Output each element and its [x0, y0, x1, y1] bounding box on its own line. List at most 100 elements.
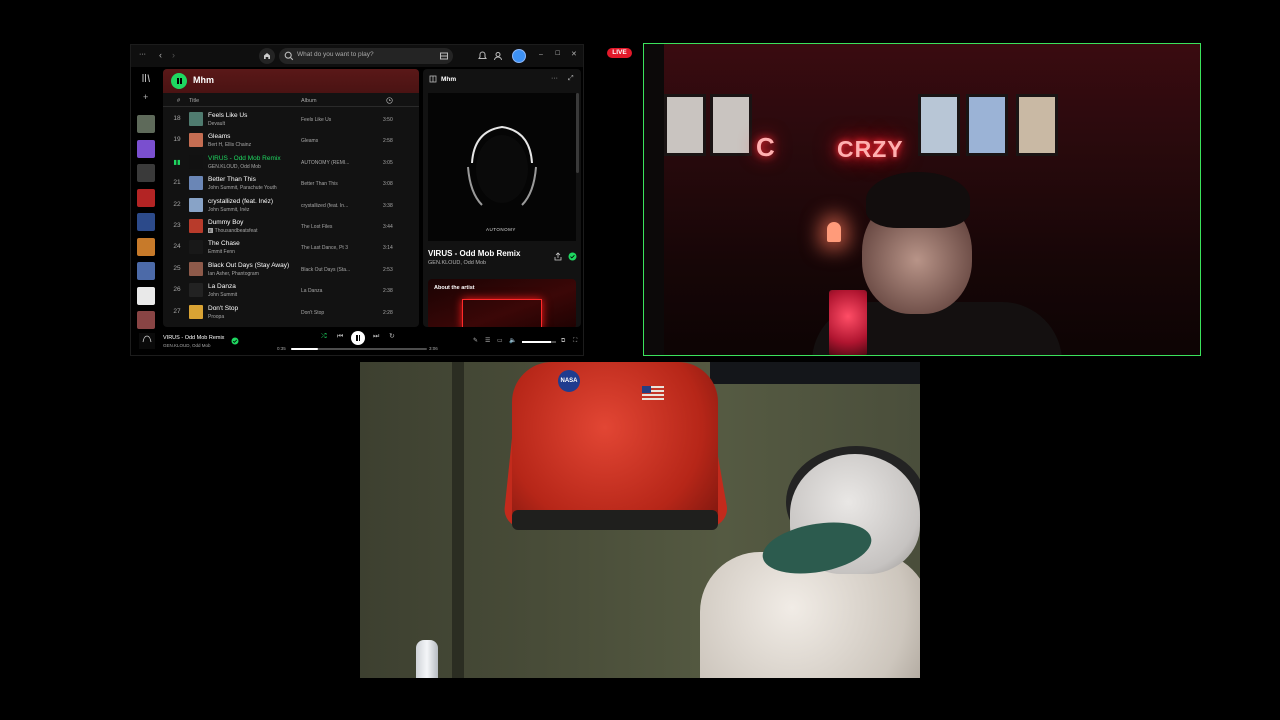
menu-dots-icon[interactable]: ···	[139, 51, 146, 58]
track-title[interactable]: The Chase	[208, 240, 240, 247]
track-title[interactable]: Gleams	[208, 133, 230, 140]
library-item[interactable]	[137, 115, 155, 133]
minimize-icon[interactable]: –	[539, 51, 543, 58]
player-track-title[interactable]: VIRUS - Odd Mob Remix	[163, 335, 224, 341]
track-artist[interactable]: GEN.KLOUD, Odd Mob	[208, 164, 261, 170]
track-row[interactable]: 23 Dummy Boy E Thousandbeatsfeat The Lost Fi…	[163, 216, 419, 237]
track-artist[interactable]: John Summit, Parachute Youth	[208, 185, 277, 191]
track-artist[interactable]: John Summit	[208, 292, 237, 298]
track-artist[interactable]: John Summit, Inéz	[208, 207, 249, 213]
next-icon[interactable]: ⏭	[373, 333, 379, 340]
track-artist-name[interactable]: John Summit, Parachute Youth	[208, 185, 277, 191]
track-artist-name[interactable]: Emmit Fenn	[208, 249, 235, 255]
device-icon[interactable]: ▭	[497, 338, 503, 344]
track-artist[interactable]: E Thousandbeatsfeat	[208, 228, 257, 234]
track-title[interactable]: Black Out Days (Stay Away)	[208, 262, 289, 269]
library-item[interactable]	[137, 286, 155, 305]
track-artist[interactable]: Emmit Fenn	[208, 249, 235, 255]
saved-check-icon[interactable]	[568, 252, 577, 261]
track-title[interactable]: VIRUS - Odd Mob Remix	[208, 155, 281, 162]
about-artist-card[interactable]: About the artist	[428, 279, 576, 327]
friends-icon[interactable]	[493, 51, 503, 61]
track-album[interactable]: AUTONOMY (REMI...	[301, 160, 349, 166]
track-title[interactable]: La Danza	[208, 283, 236, 290]
pause-button[interactable]	[171, 73, 187, 89]
library-item[interactable]	[137, 213, 155, 231]
track-title[interactable]: Feels Like Us	[208, 112, 247, 119]
track-row[interactable]: 18 Feels Like Us Devault Feels Like Us 3:50	[163, 109, 419, 130]
track-album[interactable]: Black Out Days (Sta...	[301, 267, 350, 273]
track-album[interactable]: Better Than This	[301, 181, 338, 187]
track-artist-name[interactable]: John Summit, Inéz	[208, 207, 249, 213]
track-album[interactable]: crystallized (feat. In...	[301, 203, 348, 209]
search-bar[interactable]: What do you want to play?	[279, 48, 453, 64]
maximize-icon[interactable]: ☐	[555, 51, 560, 57]
bell-icon[interactable]	[478, 51, 487, 61]
track-row[interactable]: 27 Don't Stop Proopa Don't Stop 2:28	[163, 302, 419, 323]
mini-cover[interactable]	[139, 333, 155, 349]
progress-bar[interactable]	[291, 348, 427, 350]
track-row[interactable]: 25 Black Out Days (Stay Away) Ian Asher, P…	[163, 259, 419, 280]
track-artist-name[interactable]: John Summit	[208, 292, 237, 298]
add-icon[interactable]: +	[143, 93, 148, 102]
library-item[interactable]	[137, 164, 155, 182]
now-playing-title[interactable]: VIRUS - Odd Mob Remix	[428, 249, 520, 258]
track-title[interactable]: crystallized (feat. Inéz)	[208, 198, 273, 205]
track-row[interactable]: 21 Better Than This John Summit, Parachute…	[163, 173, 419, 194]
track-artist[interactable]: Proopa	[208, 314, 224, 320]
library-item[interactable]	[137, 139, 155, 158]
track-row[interactable]: 24 The Chase Emmit Fenn The Last Dance, Pt …	[163, 237, 419, 258]
track-row[interactable]: 19 Gleams Bert H, Ellis Chainz Gleams 2:58	[163, 130, 419, 151]
track-artist-name[interactable]: Ian Asher, Phantogram	[208, 271, 259, 277]
user-avatar[interactable]	[512, 49, 526, 63]
miniplayer-icon[interactable]: ⧉	[561, 338, 565, 344]
track-row[interactable]: ▮▮ VIRUS - Odd Mob Remix GEN.KLOUD, Odd Mo…	[163, 152, 419, 173]
track-album[interactable]: The Lost Files	[301, 224, 332, 230]
browse-icon[interactable]	[439, 51, 449, 61]
library-item[interactable]	[137, 237, 155, 256]
track-artist-name[interactable]: Bert H, Ellis Chainz	[208, 142, 251, 148]
track-title[interactable]: Better Than This	[208, 176, 256, 183]
track-artist[interactable]: Bert H, Ellis Chainz	[208, 142, 251, 148]
fullscreen-icon[interactable]: ⛶	[573, 338, 577, 344]
close-icon[interactable]: ✕	[571, 51, 577, 58]
library-item[interactable]	[137, 188, 155, 207]
expand-icon[interactable]: ⤢	[568, 75, 574, 82]
track-album[interactable]: Don't Stop	[301, 310, 324, 316]
track-title[interactable]: Dummy Boy	[208, 219, 243, 226]
track-row[interactable]: 22 crystallized (feat. Inéz) John Summit, …	[163, 195, 419, 216]
col-album[interactable]: Album	[301, 98, 317, 104]
track-album[interactable]: The Last Dance, Pt 3	[301, 245, 348, 251]
play-pause-button[interactable]	[351, 331, 365, 345]
home-button[interactable]	[259, 48, 275, 64]
col-title[interactable]: Title	[189, 98, 199, 104]
track-artist-name[interactable]: GEN.KLOUD, Odd Mob	[208, 164, 261, 170]
liked-check-icon[interactable]	[231, 337, 239, 345]
repeat-icon[interactable]: ↻	[389, 333, 395, 340]
panel-scrollbar[interactable]	[576, 93, 579, 173]
track-artist-name[interactable]: Thousandbeatsfeat	[215, 228, 258, 234]
track-artist-name[interactable]: Proopa	[208, 314, 224, 320]
volume-icon[interactable]: 🔈	[509, 338, 516, 344]
previous-icon[interactable]: ⏮	[337, 333, 343, 340]
track-album[interactable]: Gleams	[301, 138, 318, 144]
lyrics-icon[interactable]: ✎	[473, 338, 478, 344]
track-artist[interactable]: Devault	[208, 121, 225, 127]
shuffle-icon[interactable]: ⤮	[321, 333, 327, 340]
track-album[interactable]: La Danza	[301, 288, 322, 294]
library-icon[interactable]	[141, 73, 151, 83]
track-album[interactable]: Feels Like Us	[301, 117, 331, 123]
forward-icon[interactable]: ›	[172, 51, 175, 60]
now-playing-artist[interactable]: GEN.KLOUD, Odd Mob	[428, 260, 486, 266]
track-row[interactable]: 26 La Danza John Summit La Danza 2:38	[163, 280, 419, 301]
player-track-artist[interactable]: GEN.KLOUD, Odd Mob	[163, 343, 211, 348]
queue-icon[interactable]: ☰	[485, 338, 490, 344]
more-icon[interactable]: ···	[551, 75, 558, 82]
share-icon[interactable]	[554, 252, 562, 261]
back-icon[interactable]: ‹	[159, 51, 162, 60]
track-artist[interactable]: Ian Asher, Phantogram	[208, 271, 259, 277]
track-artist-name[interactable]: Devault	[208, 121, 225, 127]
library-item[interactable]	[137, 311, 155, 329]
volume-slider[interactable]	[522, 341, 556, 343]
library-item[interactable]	[137, 262, 155, 280]
